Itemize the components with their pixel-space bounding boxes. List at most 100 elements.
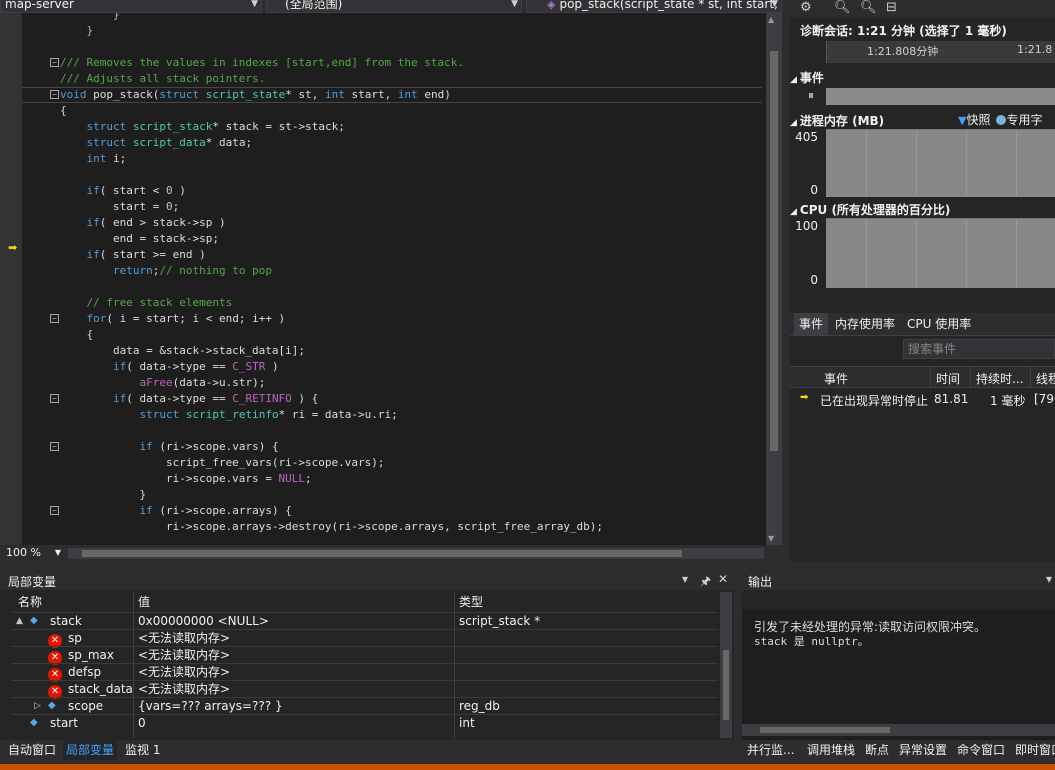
locals-row[interactable]: ▷ ◆ scope {vars=??? arrays=??? } reg_db (12, 697, 718, 714)
tab-locals[interactable]: 局部变量 (63, 740, 118, 760)
tab-immediate-window[interactable]: 即时窗口 (1012, 740, 1055, 760)
tab-parallel-watch[interactable]: 并行监... (744, 740, 797, 760)
zoom-in-icon[interactable]: 🔍︎ (834, 0, 851, 15)
locals-row[interactable]: ◆ start 0 int (12, 714, 718, 731)
editor-vertical-scrollbar[interactable]: ▲ ▼ (766, 13, 782, 545)
zoom-level-dropdown[interactable]: 100 % ▼ (2, 546, 64, 560)
code-line[interactable]: for( i = start; i < end; i++ ) (60, 311, 286, 327)
events-timeline-track[interactable] (826, 88, 1055, 105)
scope-dropdown[interactable]: (全局范围) ▼ (266, 0, 522, 13)
code-line[interactable]: if( data->type == C_STR ) (60, 359, 279, 375)
column-header-type[interactable]: 类型 (459, 592, 483, 612)
code-line[interactable]: ri->scope.vars = NULL; (60, 471, 312, 487)
tab-exception-settings[interactable]: 异常设置 (896, 740, 950, 760)
glyph-margin[interactable]: ➡ (0, 13, 22, 545)
scrollbar-thumb[interactable] (770, 51, 778, 451)
code-line[interactable]: if( data->type == C_RETINFO ) { (60, 391, 318, 407)
reset-zoom-icon[interactable]: ⊟ (886, 0, 897, 15)
tab-call-stack[interactable]: 调用堆栈 (804, 740, 858, 760)
code-line[interactable]: data = &stack->stack_data[i]; (60, 343, 305, 359)
code-line[interactable]: script_free_vars(ri->scope.vars); (60, 455, 385, 471)
code-line[interactable]: { (60, 103, 67, 119)
scrollbar-thumb[interactable] (82, 550, 682, 557)
collapse-region-icon[interactable]: − (50, 442, 59, 451)
code-line[interactable]: if( end > stack->sp ) (60, 215, 226, 231)
output-horizontal-scrollbar[interactable] (742, 724, 1055, 736)
collapse-region-icon[interactable]: − (50, 506, 59, 515)
tab-memory-usage[interactable]: 内存使用率 (830, 313, 900, 335)
tab-breakpoints[interactable]: 断点 (862, 740, 892, 760)
code-line[interactable]: end = stack->sp; (60, 231, 219, 247)
locals-row[interactable]: ✕ defsp <无法读取内存> (12, 663, 718, 682)
code-line[interactable]: /// Adjusts all stack pointers. (60, 71, 265, 87)
code-line[interactable]: struct script_stack* stack = st->stack; (60, 119, 345, 135)
code-line[interactable]: aFree(data->u.str); (60, 375, 265, 391)
code-line[interactable]: struct script_retinfo* ri = data->u.ri; (60, 407, 397, 423)
event-search-input[interactable]: 搜索事件 (903, 339, 1055, 359)
tab-command-window[interactable]: 命令窗口 (954, 740, 1008, 760)
code-line[interactable]: int i; (60, 151, 127, 167)
cpu-y-max: 100 (795, 219, 818, 233)
window-menu-icon[interactable]: ▾ (682, 572, 688, 586)
expand-arrow-icon[interactable]: ▷ (34, 698, 41, 714)
timeline-ruler[interactable]: 1:21.808分钟 1:21.8 (826, 41, 1055, 63)
collapse-arrow-icon[interactable]: ▲ (16, 613, 23, 629)
code-line[interactable]: ri->scope.arrays->destroy(ri->scope.arra… (60, 519, 603, 535)
locals-row[interactable]: ✕ stack_data <无法读取内存> (12, 680, 718, 699)
locals-row[interactable]: ✕ sp <无法读取内存> (12, 629, 718, 648)
column-header-name[interactable]: 名称 (18, 592, 42, 612)
gear-icon[interactable]: ⚙ (800, 0, 812, 15)
tab-watch-1[interactable]: 监视 1 (122, 740, 163, 760)
code-text-area[interactable]: } } /// Removes the values in indexes [st… (22, 13, 762, 545)
column-header-thread[interactable]: 线程 (1036, 370, 1055, 387)
scroll-up-arrow-icon[interactable]: ▲ (768, 15, 774, 24)
member-dropdown[interactable]: ◈ pop_stack(script_state * st, int start,… (526, 0, 782, 13)
collapse-region-icon[interactable]: − (50, 394, 59, 403)
code-line[interactable]: if( start < 0 ) (60, 183, 186, 199)
code-line[interactable]: if( start >= end ) (60, 247, 206, 263)
column-header-event[interactable]: 事件 (824, 370, 848, 387)
code-line[interactable]: /// Removes the values in indexes [start… (60, 55, 464, 71)
code-line[interactable]: struct script_data* data; (60, 135, 253, 151)
code-line[interactable]: if (ri->scope.arrays) { (60, 503, 291, 519)
cpu-section-header[interactable]: ◢ CPU (所有处理器的百分比) (790, 201, 1055, 218)
locals-vertical-scrollbar[interactable] (720, 592, 732, 738)
code-line[interactable]: return;// nothing to pop (60, 263, 272, 279)
scrollbar-thumb[interactable] (760, 727, 890, 733)
cpu-graph[interactable] (826, 218, 1055, 288)
event-row[interactable]: ➡ 已在出现异常时停止 81.81 1 毫秒 [790 (790, 392, 1055, 410)
variable-type: reg_db (459, 699, 500, 713)
code-line-current[interactable]: void pop_stack(struct script_state* st, … (22, 87, 762, 103)
locals-row[interactable]: ▲ ◆ stack 0x00000000 <NULL> script_stack * (12, 612, 718, 629)
events-section-header[interactable]: ◢ 事件 (790, 69, 1055, 86)
tab-cpu-usage[interactable]: CPU 使用率 (902, 313, 976, 335)
column-header-duration[interactable]: 持续时... (976, 370, 1023, 387)
project-dropdown[interactable]: map-server ▼ (0, 0, 262, 13)
zoom-out-icon[interactable]: 🔍︎ (860, 0, 877, 15)
code-line[interactable]: // free stack elements (60, 295, 233, 311)
legend-private-label: 专用字 (1006, 113, 1043, 127)
window-menu-icon[interactable]: ▾ (1046, 572, 1052, 586)
code-line[interactable]: } (60, 23, 94, 39)
scrollbar-thumb[interactable] (723, 650, 729, 720)
column-header-time[interactable]: 时间 (936, 370, 960, 387)
memory-section-label: 进程内存 (MB) (799, 114, 885, 128)
locals-row[interactable]: ✕ sp_max <无法读取内存> (12, 646, 718, 665)
pin-icon[interactable]: 🖈︎ (700, 572, 711, 593)
column-header-value[interactable]: 值 (138, 592, 150, 612)
code-line[interactable]: } (60, 13, 120, 23)
scroll-down-arrow-icon[interactable]: ▼ (768, 534, 774, 543)
code-editor[interactable]: map-server ▼ (全局范围) ▼ ◈ pop_stack(script_… (0, 0, 782, 562)
code-line[interactable]: if (ri->scope.vars) { (60, 439, 278, 455)
collapse-region-icon[interactable]: − (50, 314, 59, 323)
memory-graph[interactable] (826, 129, 1055, 197)
editor-horizontal-scrollbar[interactable] (68, 548, 764, 559)
tab-events[interactable]: 事件 (794, 313, 829, 335)
collapse-region-icon[interactable]: − (50, 90, 59, 99)
close-icon[interactable]: ✕ (718, 572, 728, 586)
tab-autos[interactable]: 自动窗口 (5, 740, 59, 760)
collapse-region-icon[interactable]: − (50, 58, 59, 67)
code-line[interactable]: { (60, 327, 93, 343)
code-line[interactable]: start = 0; (60, 199, 179, 215)
code-line[interactable]: } (60, 487, 146, 503)
